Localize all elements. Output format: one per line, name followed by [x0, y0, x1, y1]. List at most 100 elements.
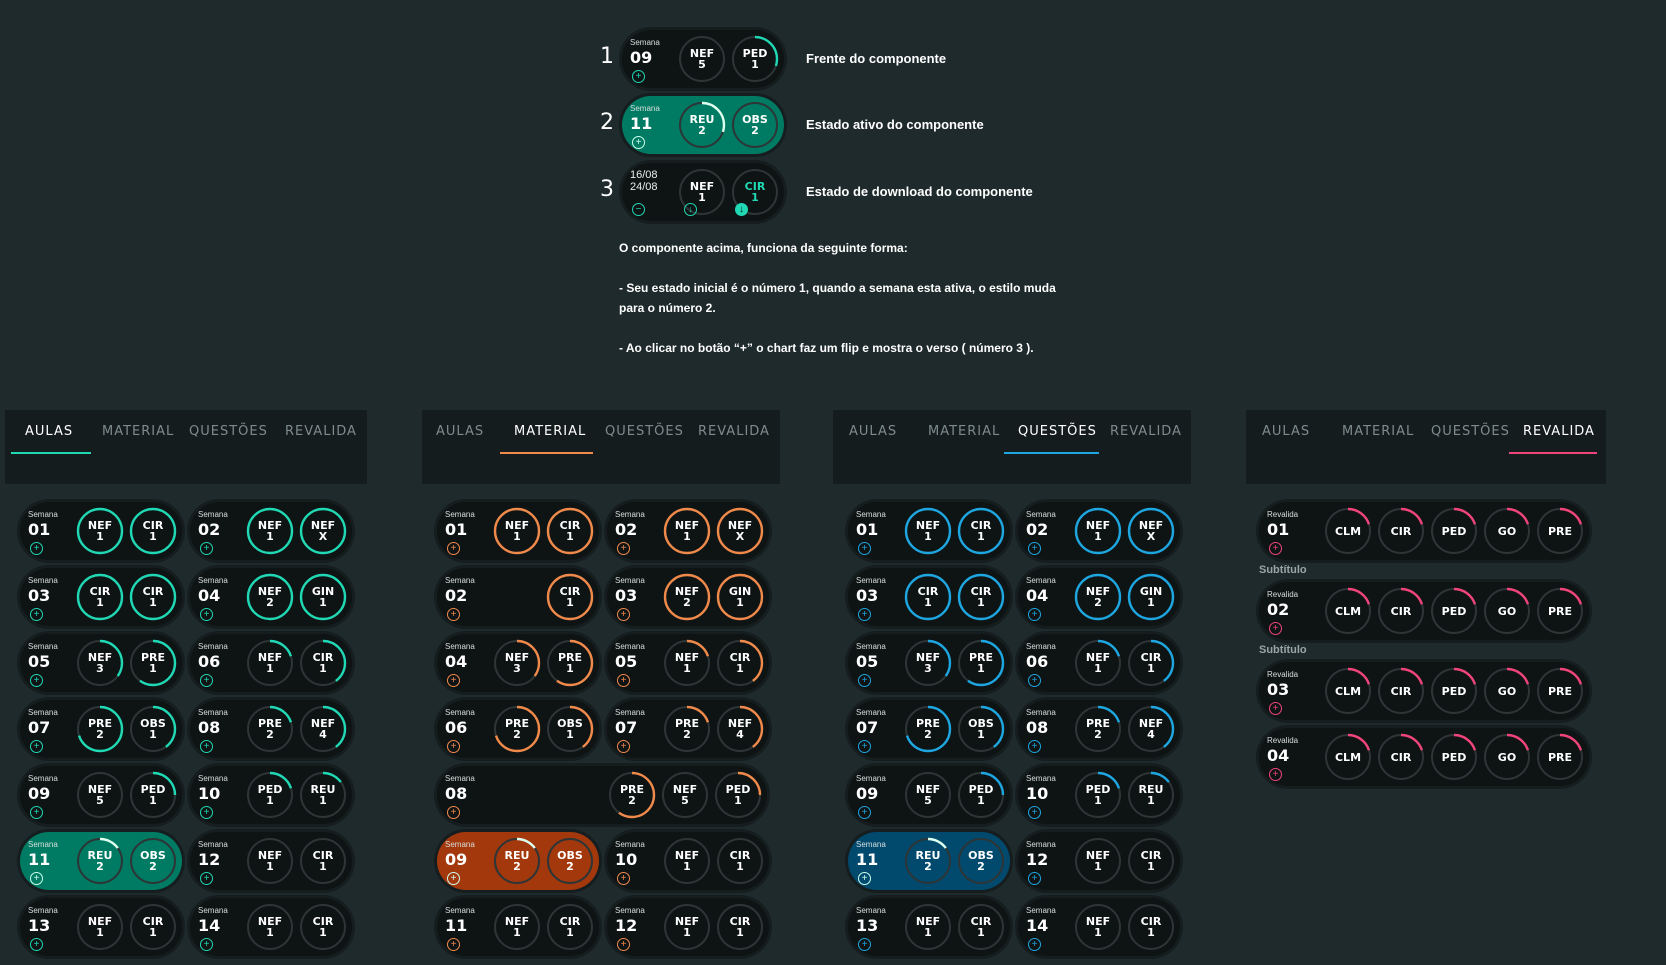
progress-ring-cir[interactable]: CIR [1376, 666, 1426, 716]
plus-icon[interactable]: + [632, 70, 645, 83]
progress-ring-nef[interactable]: NEF 1 [245, 902, 295, 952]
progress-ring-pre[interactable]: PRE 2 [75, 704, 125, 754]
progress-ring-nef[interactable]: NEF X [1126, 506, 1176, 556]
progress-ring-nef[interactable]: NEF 1 [245, 836, 295, 886]
plus-icon[interactable]: + [858, 608, 871, 621]
progress-ring-nef[interactable]: NEF 5 [660, 770, 710, 820]
progress-ring-pre[interactable]: PRE 2 [245, 704, 295, 754]
plus-icon[interactable]: + [1028, 608, 1041, 621]
progress-ring-pre[interactable]: PRE 1 [956, 638, 1006, 688]
progress-ring-cir[interactable]: CIR 1 [903, 572, 953, 622]
progress-ring-go[interactable]: GO [1482, 506, 1532, 556]
progress-ring-reu[interactable]: REU 2 [75, 836, 125, 886]
plus-icon[interactable]: + [30, 542, 43, 555]
progress-ring-cir[interactable]: CIR 1 [128, 572, 178, 622]
week-card[interactable]: Semana 06 + NEF 1 CIR 1 [1018, 634, 1180, 692]
progress-ring-nef[interactable]: NEF 1 [1073, 638, 1123, 688]
week-card[interactable]: Semana 03 + CIR 1 CIR 1 [20, 568, 182, 626]
plus-icon[interactable]: + [30, 938, 43, 951]
tab-material[interactable]: MATERIAL [514, 424, 586, 439]
progress-ring-reu[interactable]: REU 2 [903, 836, 953, 886]
plus-icon[interactable]: + [1269, 768, 1282, 781]
plus-icon[interactable]: + [617, 938, 630, 951]
progress-ring-cir[interactable]: CIR 1 [298, 902, 348, 952]
week-card[interactable]: Semana 10 + NEF 1 CIR 1 [607, 832, 769, 890]
progress-ring-nef[interactable]: NEF 3 [903, 638, 953, 688]
plus-icon[interactable]: + [447, 542, 460, 555]
progress-ring-pre[interactable]: PRE [1535, 506, 1585, 556]
progress-ring-nef[interactable]: NEF X [298, 506, 348, 556]
progress-ring-nef[interactable]: NEF 5 [903, 770, 953, 820]
progress-ring-ped[interactable]: PED 1 [730, 34, 780, 84]
progress-ring-obs[interactable]: OBS 1 [128, 704, 178, 754]
progress-ring-pre[interactable]: PRE 2 [662, 704, 712, 754]
tab-revalida[interactable]: REVALIDA [1523, 424, 1595, 439]
plus-icon[interactable]: + [30, 608, 43, 621]
week-card[interactable]: Semana 08 + PRE 2 NEF 4 [190, 700, 352, 758]
plus-icon[interactable]: + [858, 542, 871, 555]
progress-ring-pre[interactable]: PRE [1535, 732, 1585, 782]
progress-ring-nef[interactable]: NEF 2 [245, 572, 295, 622]
progress-ring-nef[interactable]: NEF 3 [492, 638, 542, 688]
week-card[interactable]: Semana 06 + PRE 2 OBS 1 [437, 700, 599, 758]
progress-ring-reu[interactable]: REU 1 [1126, 770, 1176, 820]
week-card[interactable]: Semana 05 + NEF 3 PRE 1 [848, 634, 1010, 692]
progress-ring-ped[interactable]: PED [1429, 666, 1479, 716]
week-card[interactable]: Semana 07 + PRE 2 OBS 1 [848, 700, 1010, 758]
week-card[interactable]: Semana 09 + REU 2 OBS 2 [437, 832, 599, 890]
progress-ring-cir[interactable]: CIR 1 [1126, 902, 1176, 952]
progress-ring-pre[interactable]: PRE 2 [903, 704, 953, 754]
week-card[interactable]: Semana 08 + PRE 2 NEF 4 [1018, 700, 1180, 758]
week-card[interactable]: Semana 02 + NEF 1 NEF X [607, 502, 769, 560]
tab-material[interactable]: MATERIAL [928, 424, 1000, 439]
progress-ring-nef[interactable]: NEF 1 [903, 902, 953, 952]
week-card[interactable]: Semana 14 + NEF 1 CIR 1 [1018, 898, 1180, 956]
progress-ring-ped[interactable]: PED 1 [713, 770, 763, 820]
progress-ring-pre[interactable]: PRE 1 [545, 638, 595, 688]
plus-icon[interactable]: + [858, 938, 871, 951]
week-card[interactable]: Semana 07 + PRE 2 OBS 1 [20, 700, 182, 758]
plus-icon[interactable]: + [617, 872, 630, 885]
plus-icon[interactable]: + [200, 542, 213, 555]
progress-ring-clm[interactable]: CLM [1323, 732, 1373, 782]
week-card[interactable]: Semana 01 + NEF 1 CIR 1 [437, 502, 599, 560]
progress-ring-nef[interactable]: NEF 5 [75, 770, 125, 820]
week-card[interactable]: Semana 11 + REU 2 OBS 2 [848, 832, 1010, 890]
plus-icon[interactable]: + [617, 740, 630, 753]
week-card[interactable]: Semana 07 + PRE 2 NEF 4 [607, 700, 769, 758]
plus-icon[interactable]: + [1028, 740, 1041, 753]
plus-icon[interactable]: + [200, 938, 213, 951]
plus-icon[interactable]: + [200, 872, 213, 885]
progress-ring-obs[interactable]: OBS 2 [128, 836, 178, 886]
progress-ring-cir[interactable]: CIR 1 [1126, 836, 1176, 886]
progress-ring-nef[interactable]: NEF 1 [662, 506, 712, 556]
progress-ring-obs[interactable]: OBS 2 [730, 100, 780, 150]
progress-ring-ped[interactable]: PED 1 [128, 770, 178, 820]
plus-icon[interactable]: + [1269, 622, 1282, 635]
progress-ring-reu[interactable]: REU 2 [492, 836, 542, 886]
week-card[interactable]: Semana 14 + NEF 1 CIR 1 [190, 898, 352, 956]
progress-ring-cir[interactable]: CIR [1376, 732, 1426, 782]
progress-ring-ped[interactable]: PED [1429, 586, 1479, 636]
progress-ring-cir[interactable]: CIR [1376, 506, 1426, 556]
progress-ring-nef[interactable]: NEF 1 [662, 638, 712, 688]
progress-ring-ped[interactable]: PED 1 [956, 770, 1006, 820]
plus-icon[interactable]: + [858, 872, 871, 885]
progress-ring-nef[interactable]: NEF 1 [245, 506, 295, 556]
plus-icon[interactable]: + [30, 872, 43, 885]
plus-icon[interactable]: + [30, 806, 43, 819]
plus-icon[interactable]: + [632, 136, 645, 149]
tab-aulas[interactable]: AULAS [1262, 424, 1310, 439]
week-card[interactable]: Semana 06 + NEF 1 CIR 1 [190, 634, 352, 692]
progress-ring-cir[interactable]: CIR 1 [715, 638, 765, 688]
progress-ring-cir[interactable]: CIR 1 [298, 638, 348, 688]
plus-icon[interactable]: + [1269, 542, 1282, 555]
plus-icon[interactable]: + [617, 674, 630, 687]
progress-ring-obs[interactable]: OBS 2 [956, 836, 1006, 886]
progress-ring-go[interactable]: GO [1482, 666, 1532, 716]
week-card[interactable]: Semana 02 + NEF 1 NEF X [1018, 502, 1180, 560]
progress-ring-nef[interactable]: NEF 1 [75, 902, 125, 952]
progress-ring-nef[interactable]: NEF 1 [1073, 836, 1123, 886]
plus-icon[interactable]: + [447, 740, 460, 753]
week-card[interactable]: Semana 13 + NEF 1 CIR 1 [20, 898, 182, 956]
